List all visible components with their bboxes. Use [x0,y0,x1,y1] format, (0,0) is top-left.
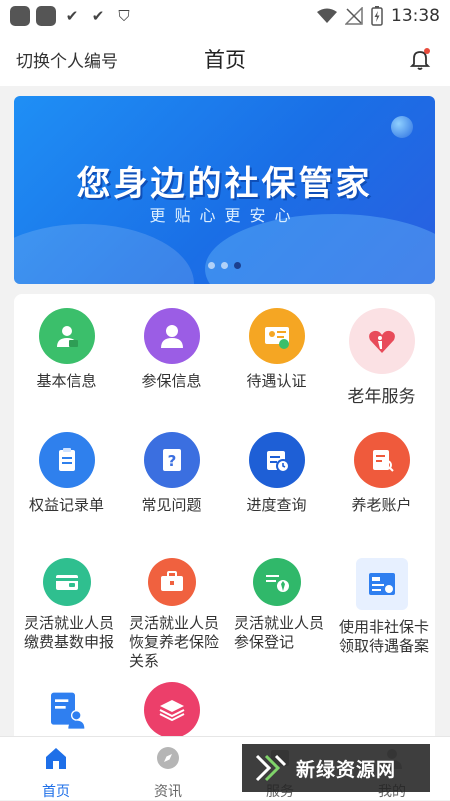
grid-item-label: 基本信息 [36,372,97,390]
watermark-logo-icon [255,754,287,782]
service-grid: 基本信息 参保信息 待遇认证 老年服务 权益记录单 ? 常见问题 进度查询 养老… [14,294,435,744]
elderly-heart-icon [348,308,415,374]
grid-item-pension-account[interactable]: 养老账户 [329,432,434,515]
battery-charging-icon [371,6,383,26]
carousel-dot[interactable] [221,262,228,269]
carousel-indicator [14,262,435,269]
notification-bell-icon[interactable] [408,47,432,71]
clipboard-icon [38,432,95,488]
person-icon [143,308,200,364]
grid-item-flexible-contribution-declaration[interactable]: 灵活就业人员缴费基数申报 [14,558,119,652]
carousel-dot[interactable] [208,262,215,269]
banner-subtitle: 更贴心更安心 [149,206,300,225]
app-header: 切换个人编号 首页 [0,32,450,86]
wifi-icon [317,8,337,23]
grid-item-label: 常见问题 [141,496,202,514]
grid-item-label: 灵活就业人员缴费基数申报 [24,614,115,651]
nav-home[interactable]: 首页 [16,745,96,801]
compass-icon [157,747,179,769]
svg-text:?: ? [167,452,176,470]
schedule-icon [248,432,305,488]
watermark: 新绿资源网 [242,744,430,792]
grid-item-label: 权益记录单 [28,496,104,514]
grid-item-non-card-benefit-filing[interactable]: 使用非社保卡领取待遇备案 [329,558,434,656]
doc-person-icon [43,686,91,734]
grid-item-label: 参保信息 [141,372,202,390]
shield-icon: ⛉ [118,7,130,25]
grid-item-restore-pension-relation[interactable]: 灵活就业人员恢复养老保险关系 [119,558,224,671]
id-card-person-icon [38,308,95,364]
clock: 13:38 [391,6,440,26]
document-search-icon [353,432,410,488]
grid-item-label: 待遇认证 [246,372,307,390]
grid-item-document-person[interactable] [14,686,119,734]
grid-item-rights-record[interactable]: 权益记录单 [14,432,119,515]
status-bar: ✔ ✔ ⛉ 13:38 [0,0,450,32]
grid-item-label: 灵活就业人员恢复养老保险关系 [129,614,220,670]
grid-item-label: 灵活就业人员参保登记 [234,614,325,651]
wallet-card-icon [42,558,91,606]
banner-decoration [14,224,194,284]
carousel-dot-active[interactable] [234,262,241,269]
grid-item-basic-info[interactable]: 基本信息 [14,308,119,391]
grid-item-label: 使用非社保卡领取待遇备案 [339,618,430,655]
notification-app-icon [10,6,30,26]
question-doc-icon: ? [143,432,200,488]
banner-title: 您身边的社保管家 [76,164,373,204]
grid-item-label: 进度查询 [246,496,307,514]
certificate-icon [248,308,305,364]
banner-ball-decoration [391,116,413,138]
card-apply-icon [355,558,408,610]
download-done-icon: ✔ [65,7,79,25]
grid-item-flexible-enrollment[interactable]: 灵活就业人员参保登记 [224,558,329,652]
notification-app-icon [36,6,56,26]
nav-label: 首页 [42,784,70,800]
grid-item-benefit-certification[interactable]: 待遇认证 [224,308,329,391]
grid-item-label: 老年服务 [347,387,416,407]
grid-item-elderly-service[interactable]: 老年服务 [329,308,434,407]
download-done-icon: ✔ [91,7,105,25]
promo-banner[interactable]: 您身边的社保管家 更贴心更安心 [14,96,435,284]
switch-personal-id-button[interactable]: 切换个人编号 [16,47,118,72]
tie-register-icon [252,558,301,606]
nav-label: 资讯 [154,784,182,800]
grid-item-faq[interactable]: ? 常见问题 [119,432,224,515]
no-signal-icon [345,7,363,25]
grid-item-progress-query[interactable]: 进度查询 [224,432,329,515]
nav-news[interactable]: 资讯 [128,745,208,801]
home-icon [46,748,66,769]
grid-item-layers[interactable] [119,682,224,738]
grid-item-label: 养老账户 [351,496,412,514]
briefcase-icon [147,558,196,606]
grid-item-insurance-info[interactable]: 参保信息 [119,308,224,391]
watermark-text: 新绿资源网 [296,758,397,781]
layers-icon [143,682,200,738]
